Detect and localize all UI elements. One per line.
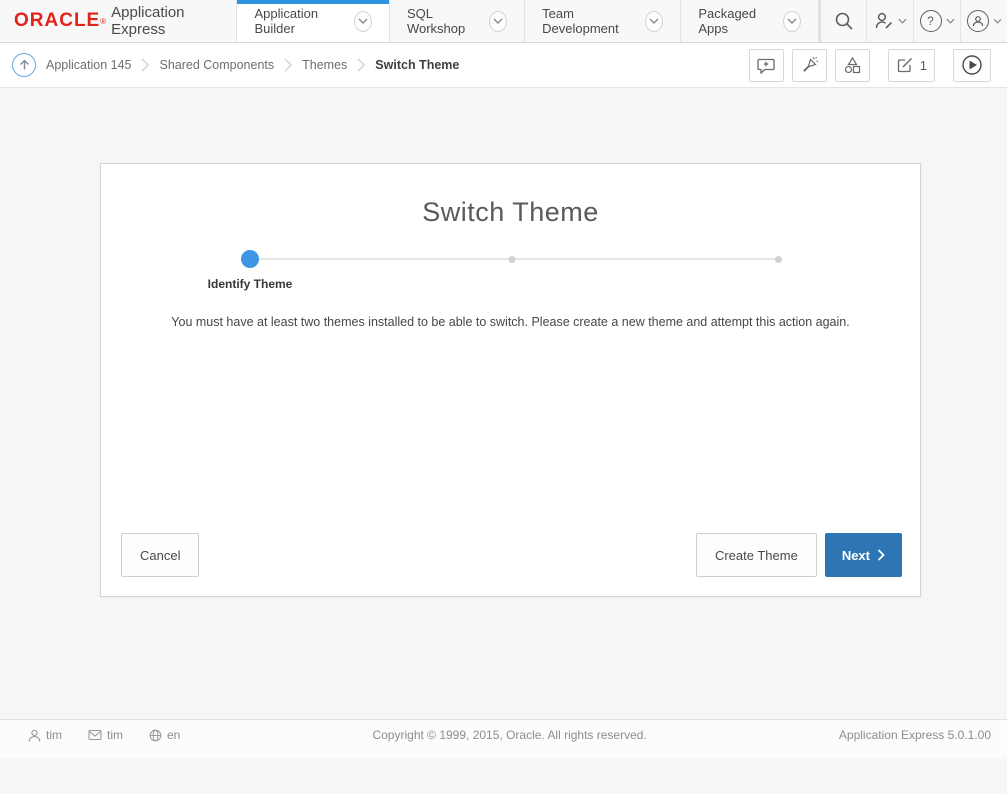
footer-user: tim	[28, 728, 62, 742]
breadcrumb: Application 145 Shared Components Themes…	[46, 58, 459, 72]
wizard-progress	[241, 250, 782, 268]
wizard-message: You must have at least two themes instal…	[101, 315, 920, 329]
switch-theme-wizard-card: Switch Theme Identify Theme You must hav…	[100, 163, 921, 597]
run-page-button[interactable]	[953, 49, 991, 82]
wizard-button-bar: Cancel Create Theme Next	[121, 533, 902, 577]
tab-sql-workshop[interactable]: SQL Workshop	[389, 0, 524, 42]
breadcrumb-separator-icon	[284, 58, 292, 72]
administration-menu-button[interactable]	[866, 0, 913, 42]
user-icon	[28, 729, 41, 742]
cancel-button[interactable]: Cancel	[121, 533, 199, 577]
breadcrumb-separator-icon	[357, 58, 365, 72]
account-menu-button[interactable]	[960, 0, 1007, 42]
breadcrumb-bar: Application 145 Shared Components Themes…	[0, 43, 1007, 88]
footer-bar: tim tim en Copyright © 1999, 2015, Oracl…	[0, 719, 1007, 759]
up-level-button[interactable]	[12, 53, 36, 77]
registered-mark: ®	[100, 17, 106, 26]
breadcrumb-themes[interactable]: Themes	[302, 58, 347, 72]
breadcrumb-shared-components[interactable]: Shared Components	[159, 58, 274, 72]
footer-session-info: tim tim en	[28, 728, 180, 742]
page-toolbar: 1	[749, 49, 997, 82]
tab-label: Application Builder	[254, 6, 345, 36]
help-menu-button[interactable]: ?	[913, 0, 960, 42]
chevron-down-icon[interactable]	[645, 11, 663, 32]
footer-workspace: tim	[88, 728, 123, 742]
footer-username: tim	[46, 728, 62, 742]
search-button[interactable]	[819, 0, 866, 42]
footer-language: en	[149, 728, 180, 742]
wizard-step-label: Identify Theme	[150, 277, 350, 291]
feedback-bubble-icon	[757, 57, 776, 74]
envelope-icon	[88, 729, 102, 741]
tab-label: Team Development	[542, 6, 636, 36]
help-glyph: ?	[927, 14, 934, 28]
main-tabs: Application Builder SQL Workshop Team De…	[236, 0, 819, 42]
page-title: Switch Theme	[101, 197, 920, 228]
chevron-down-icon[interactable]	[783, 11, 801, 32]
next-button-label: Next	[842, 548, 870, 563]
flashlight-icon	[800, 56, 819, 74]
wizard-step-2-dot	[508, 256, 515, 263]
shared-components-button[interactable]	[835, 49, 870, 82]
tab-application-builder[interactable]: Application Builder	[236, 0, 388, 42]
admin-wrench-user-icon	[874, 11, 894, 31]
next-button[interactable]: Next	[825, 533, 902, 577]
run-play-icon	[961, 54, 983, 76]
edit-page-icon	[896, 56, 914, 74]
globe-icon	[149, 729, 162, 742]
tab-packaged-apps[interactable]: Packaged Apps	[680, 0, 819, 42]
shapes-icon	[843, 56, 862, 74]
tab-label: SQL Workshop	[407, 6, 480, 36]
brand-logo[interactable]: ORACLE ® Application Express	[0, 0, 236, 42]
edit-page-number: 1	[920, 58, 927, 73]
feedback-button[interactable]	[749, 49, 784, 82]
footer-language-code: en	[167, 728, 180, 742]
footer-version: Application Express 5.0.1.00	[839, 728, 991, 742]
oracle-logo: ORACLE	[14, 10, 100, 32]
create-theme-button[interactable]: Create Theme	[696, 533, 817, 577]
brand-suffix: Application Express	[111, 4, 216, 38]
chevron-down-icon	[993, 18, 1002, 24]
help-icon: ?	[920, 10, 942, 32]
chevron-down-icon	[898, 18, 907, 24]
breadcrumb-application[interactable]: Application 145	[46, 58, 131, 72]
breadcrumb-current-switch-theme: Switch Theme	[375, 58, 459, 72]
chevron-right-icon	[877, 549, 885, 561]
footer-workspace-name: tim	[107, 728, 123, 742]
breadcrumb-separator-icon	[141, 58, 149, 72]
user-account-icon	[967, 10, 989, 32]
header-icon-group: ?	[819, 0, 1007, 42]
search-icon	[834, 11, 854, 31]
footer-copyright: Copyright © 1999, 2015, Oracle. All righ…	[180, 728, 839, 742]
edit-page-button[interactable]: 1	[888, 49, 935, 82]
wizard-step-3-dot	[775, 256, 782, 263]
tab-label: Packaged Apps	[698, 6, 774, 36]
chevron-down-icon[interactable]	[489, 11, 507, 32]
chevron-down-icon[interactable]	[354, 11, 372, 32]
utility-button-group	[749, 49, 870, 82]
theme-roller-button[interactable]	[792, 49, 827, 82]
main-content: Switch Theme Identify Theme You must hav…	[0, 163, 1007, 794]
chevron-down-icon	[946, 18, 955, 24]
top-navigation-bar: ORACLE ® Application Express Application…	[0, 0, 1007, 43]
wizard-step-1-dot-current	[241, 250, 259, 268]
tab-team-development[interactable]: Team Development	[524, 0, 680, 42]
